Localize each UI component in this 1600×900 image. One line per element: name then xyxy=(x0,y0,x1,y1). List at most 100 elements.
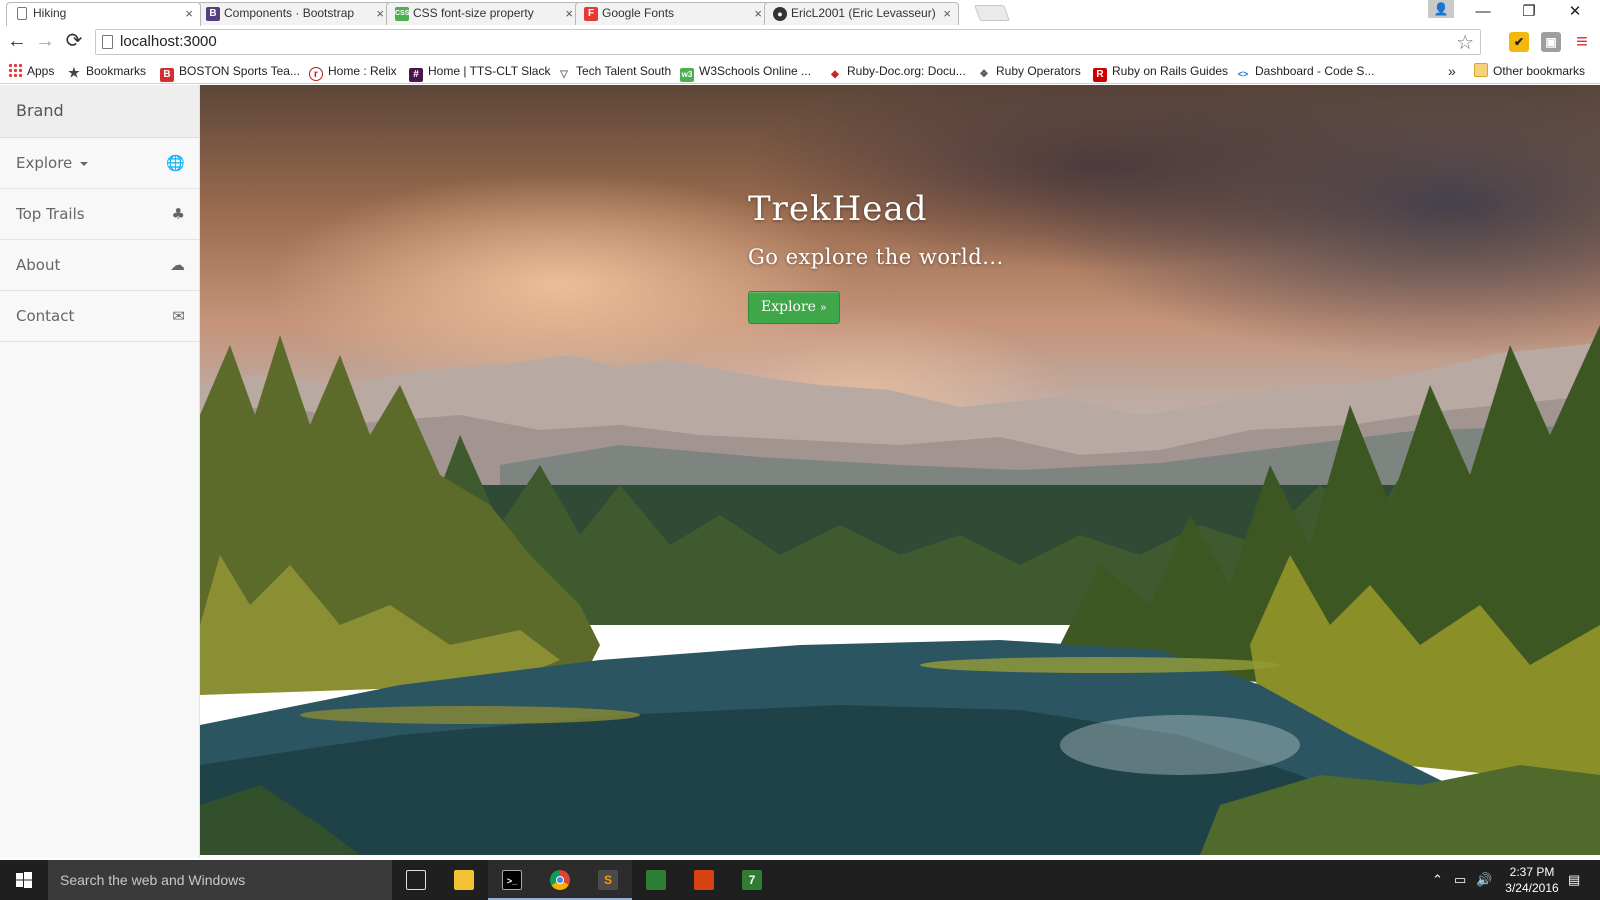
tts-icon: ▽ xyxy=(560,69,568,80)
close-icon[interactable]: × xyxy=(565,3,573,24)
sublime-text-icon: S xyxy=(598,870,618,890)
windows-start-icon[interactable] xyxy=(0,860,48,900)
sidebar-item-label: Explore xyxy=(16,154,73,172)
hero-title: TrekHead xyxy=(748,189,928,229)
sidebar-item-contact[interactable]: Contact ✉ xyxy=(0,291,199,342)
page-icon xyxy=(102,35,113,49)
double-chevron-right-icon: » xyxy=(819,301,827,314)
ruby-doc-icon: ◆ xyxy=(831,69,839,80)
bookmark-label: Other bookmarks xyxy=(1493,64,1586,78)
volume-icon[interactable]: 🔊 xyxy=(1476,860,1492,900)
sidebar-item-label: Top Trails xyxy=(16,205,85,223)
slides-button[interactable] xyxy=(680,860,728,900)
page-icon xyxy=(17,7,27,20)
apps-grid-icon xyxy=(8,63,22,77)
address-bar[interactable]: localhost:3000 ☆ xyxy=(95,29,1481,55)
url-text[interactable]: localhost:3000 xyxy=(120,33,217,50)
slides-icon xyxy=(694,870,714,890)
caret-down-icon xyxy=(80,162,89,166)
7zip-button[interactable]: 7 xyxy=(728,860,776,900)
code-school-icon: <> xyxy=(1237,69,1249,79)
close-icon[interactable]: × xyxy=(376,3,384,24)
sidebar-item-about[interactable]: About ☁ xyxy=(0,240,199,291)
bookmark-tts-slack[interactable]: # Home | TTS-CLT Slack xyxy=(409,63,550,82)
bookmark-label: Dashboard - Code S... xyxy=(1255,64,1375,78)
bookmark-apps[interactable]: Apps xyxy=(8,63,54,81)
restore-button[interactable]: ❐ xyxy=(1506,0,1552,25)
taskbar-clock[interactable]: 2:37 PM 3/24/2016 xyxy=(1502,864,1562,896)
close-icon[interactable]: × xyxy=(185,3,193,24)
bookmark-star-icon[interactable]: ☆ xyxy=(1456,30,1474,55)
bookmark-tech-talent-south[interactable]: ▽ Tech Talent South xyxy=(557,63,671,81)
sidebar-item-explore[interactable]: Explore 🌐 xyxy=(0,138,199,189)
window-close-button[interactable]: ✕ xyxy=(1552,0,1598,25)
web-page: Brand Explore 🌐 Top Trails ♣ About ☁ Con… xyxy=(0,85,1600,858)
chevron-up-icon[interactable]: ⌃ xyxy=(1432,860,1443,900)
sidebar-item-label: About xyxy=(16,256,61,274)
command-prompt-button[interactable]: >_ xyxy=(488,860,536,900)
action-center-icon[interactable]: ▤ xyxy=(1568,860,1580,900)
tab-google-fonts[interactable]: F Google Fonts × xyxy=(575,2,770,25)
explore-button[interactable]: Explore» xyxy=(748,291,840,324)
explore-button-label: Explore xyxy=(761,299,816,315)
sidebar-brand[interactable]: Brand xyxy=(0,85,199,138)
close-icon[interactable]: × xyxy=(754,3,762,24)
tab-bootstrap[interactable]: B Components · Bootstrap × xyxy=(197,2,392,25)
reload-button[interactable]: ⟳ xyxy=(62,30,86,54)
bookmark-label: Ruby on Rails Guides xyxy=(1112,64,1229,78)
close-icon[interactable]: × xyxy=(943,3,951,24)
bookmark-other[interactable]: Other bookmarks xyxy=(1474,63,1585,81)
battery-icon[interactable]: ▭ xyxy=(1454,860,1466,900)
sidebar-item-label: Contact xyxy=(16,307,75,325)
norton-extension-icon[interactable]: ✔ xyxy=(1509,32,1529,52)
back-button[interactable]: ← xyxy=(5,30,29,54)
relix-icon: r xyxy=(309,67,323,81)
tab-github[interactable]: ● EricL2001 (Eric Levasseur) × xyxy=(764,2,959,25)
new-tab-button[interactable] xyxy=(974,5,1010,21)
store-icon xyxy=(646,870,666,890)
file-explorer-button[interactable] xyxy=(440,860,488,900)
7zip-icon: 7 xyxy=(742,870,762,890)
cloud-icon: ☁ xyxy=(170,256,185,274)
tab-title: CSS font-size property xyxy=(413,6,534,20)
file-explorer-icon xyxy=(454,870,474,890)
bookmark-relix[interactable]: r Home : Relix xyxy=(309,63,397,81)
task-view-button[interactable] xyxy=(392,860,440,900)
chrome-icon xyxy=(550,870,570,890)
browser-toolbar: ← → ⟳ localhost:3000 ☆ ✔ ▣ ≡ xyxy=(0,25,1600,59)
bookmark-w3schools[interactable]: w3 W3Schools Online ... xyxy=(680,63,812,82)
hero-subtitle: Go explore the world... xyxy=(748,245,1004,269)
bookmark-ruby-operators[interactable]: ❖ Ruby Operators xyxy=(977,63,1081,81)
bookmark-rails-guides[interactable]: R Ruby on Rails Guides xyxy=(1093,63,1229,82)
sidebar-item-top-trails[interactable]: Top Trails ♣ xyxy=(0,189,199,240)
store-button[interactable] xyxy=(632,860,680,900)
bookmarks-overflow-icon[interactable]: » xyxy=(1448,63,1456,81)
bookmark-bookmarks[interactable]: ★ Bookmarks xyxy=(67,63,146,81)
bookmark-ruby-doc[interactable]: ◆ Ruby-Doc.org: Docu... xyxy=(828,63,966,81)
bookmark-code-school[interactable]: <> Dashboard - Code S... xyxy=(1236,63,1375,81)
tab-css-font-size[interactable]: CSS CSS font-size property × xyxy=(386,2,581,25)
bookmark-label: W3Schools Online ... xyxy=(699,64,812,78)
minimize-button[interactable]: — xyxy=(1460,0,1506,25)
chrome-button[interactable] xyxy=(536,860,584,900)
ruby-operators-icon: ❖ xyxy=(979,69,989,80)
tab-title: Components · Bootstrap xyxy=(224,6,355,20)
sublime-text-button[interactable]: S xyxy=(584,860,632,900)
bookmark-label: Ruby Operators xyxy=(996,64,1081,78)
bookmark-boston-sports[interactable]: B BOSTON Sports Tea... xyxy=(160,63,300,82)
globe-icon: 🌐 xyxy=(166,154,185,172)
folder-icon xyxy=(1474,63,1488,77)
tab-hiking[interactable]: Hiking × xyxy=(6,2,201,26)
taskbar-search-input[interactable]: Search the web and Windows xyxy=(48,860,392,900)
clock-date: 3/24/2016 xyxy=(1505,881,1559,895)
tree-icon: ♣ xyxy=(171,205,185,223)
menu-icon[interactable]: ≡ xyxy=(1572,32,1592,52)
forward-button[interactable]: → xyxy=(33,30,57,54)
profile-icon[interactable]: 👤 xyxy=(1428,0,1454,18)
extension-icon[interactable]: ▣ xyxy=(1541,32,1561,52)
bookmark-label: BOSTON Sports Tea... xyxy=(179,64,300,78)
bootstrap-icon: B xyxy=(206,7,220,21)
hero-content: TrekHead Go explore the world... Explore… xyxy=(748,189,1004,324)
bookmark-label: Tech Talent South xyxy=(576,64,672,78)
slack-icon: # xyxy=(409,68,423,82)
